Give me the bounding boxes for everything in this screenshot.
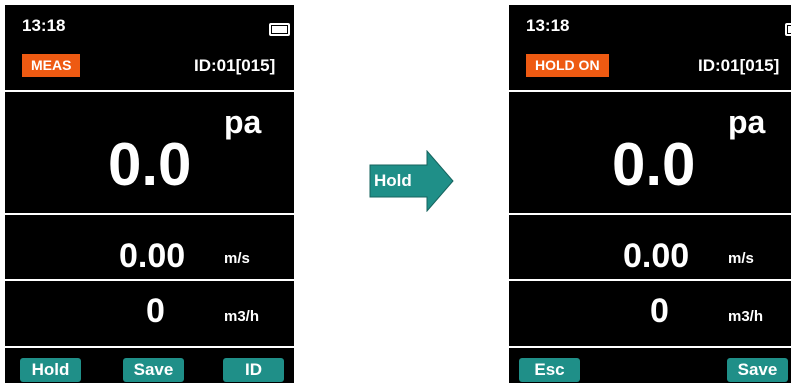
- battery-icon: [269, 23, 290, 36]
- pressure-unit: pa: [224, 104, 262, 140]
- divider: [509, 346, 791, 348]
- pressure-unit: pa: [728, 104, 766, 140]
- save-button[interactable]: Save: [727, 358, 788, 382]
- device-id: ID:01[015]: [698, 56, 780, 75]
- velocity-value: 0.00: [623, 237, 690, 275]
- device-screen-hold: 13:18 HOLD ON ID:01[015] pa 0.0 0.00 m/s…: [509, 5, 791, 383]
- velocity-unit: m/s: [224, 250, 250, 267]
- device-id: ID:01[015]: [194, 56, 276, 75]
- battery-icon: [785, 23, 791, 36]
- velocity-value: 0.00: [119, 237, 186, 275]
- esc-button[interactable]: Esc: [519, 358, 580, 382]
- hold-arrow-label: Hold: [374, 171, 412, 190]
- flow-value: 0: [650, 292, 669, 330]
- divider: [509, 279, 791, 281]
- save-button[interactable]: Save: [123, 358, 184, 382]
- divider: [5, 346, 294, 348]
- mode-badge: HOLD ON: [526, 54, 609, 77]
- velocity-unit: m/s: [728, 250, 754, 267]
- divider: [5, 213, 294, 215]
- divider: [5, 279, 294, 281]
- device-screen-measure: 13:18 MEAS ID:01[015] pa 0.0 0.00 m/s 0 …: [5, 5, 294, 383]
- flow-value: 0: [146, 292, 165, 330]
- clock-time: 13:18: [22, 16, 66, 35]
- hold-button[interactable]: Hold: [20, 358, 81, 382]
- flow-unit: m3/h: [224, 308, 260, 325]
- divider: [5, 90, 294, 92]
- clock-time: 13:18: [526, 16, 570, 35]
- mode-badge: MEAS: [22, 54, 81, 77]
- divider: [509, 90, 791, 92]
- id-button[interactable]: ID: [223, 358, 284, 382]
- divider: [509, 213, 791, 215]
- pressure-value: 0.0: [108, 131, 192, 198]
- pressure-value: 0.0: [612, 131, 696, 198]
- flow-unit: m3/h: [728, 308, 764, 325]
